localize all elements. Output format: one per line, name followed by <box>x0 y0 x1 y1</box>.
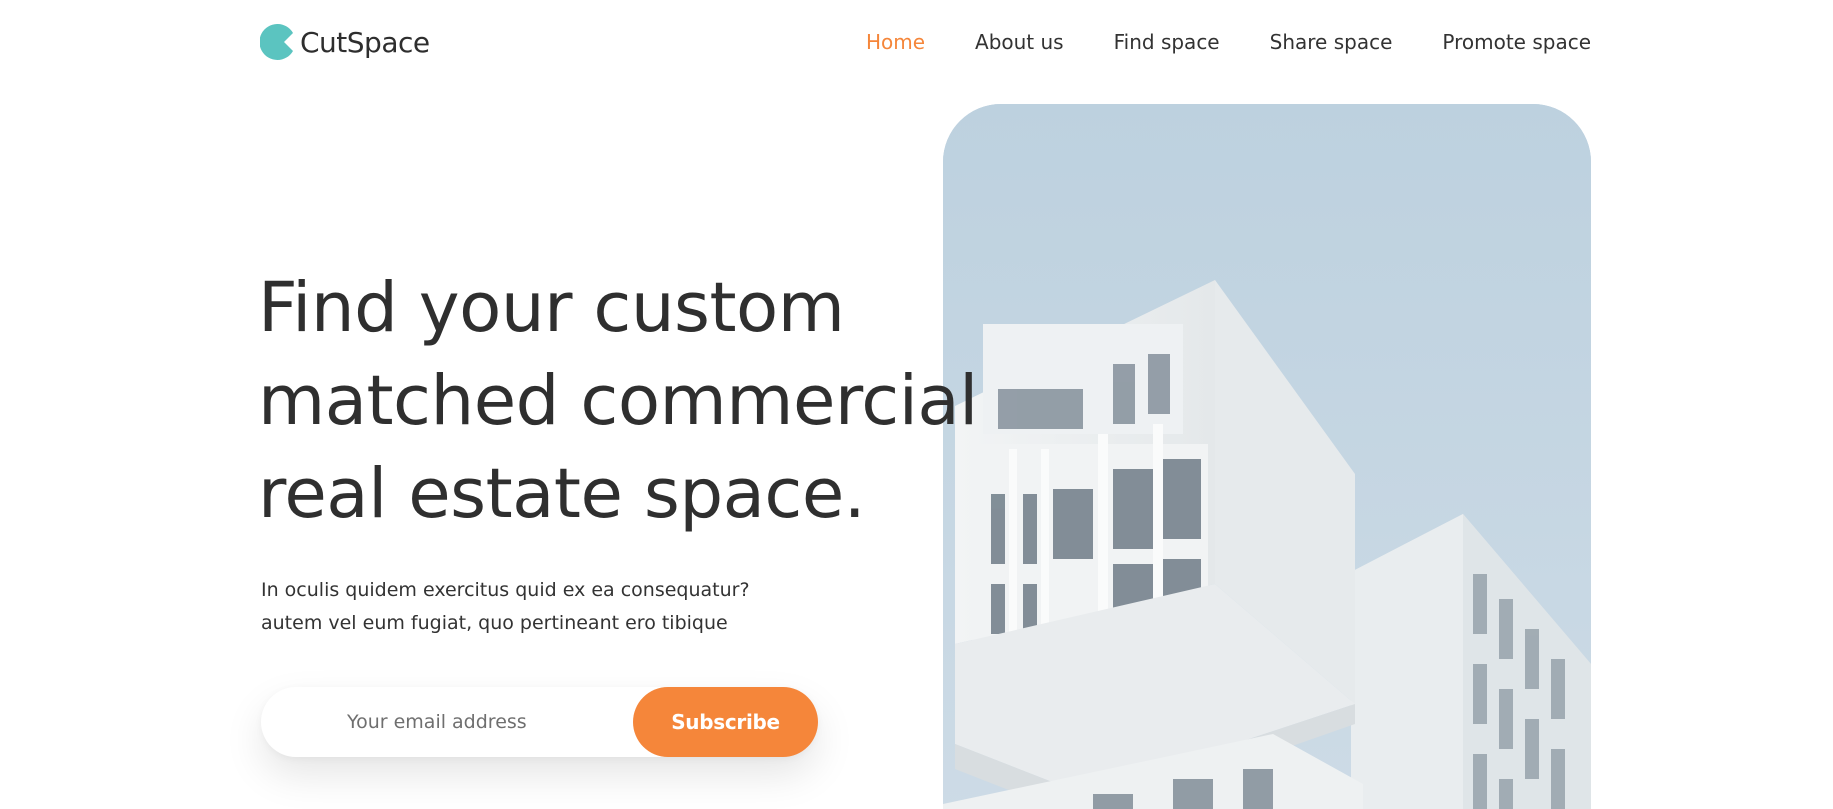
subscribe-button[interactable]: Subscribe <box>633 687 818 757</box>
brand-name: CutSpace <box>300 25 430 59</box>
hero-subtitle-line: autem vel eum fugiat, quo pertineant ero… <box>261 612 728 634</box>
hero-subtitle: In oculis quidem exercitus quid ex ea co… <box>261 574 750 640</box>
landing-page: CutSpace Home About us Find space Share … <box>0 0 1833 809</box>
hero-title-line: matched commercial <box>258 361 978 441</box>
nav-item-about-us[interactable]: About us <box>975 30 1064 54</box>
hero-subtitle-line: In oculis quidem exercitus quid ex ea co… <box>261 579 750 601</box>
brand-logo[interactable]: CutSpace <box>260 24 430 60</box>
hero-title: Find your custom matched commercial real… <box>258 262 978 541</box>
nav-item-share-space[interactable]: Share space <box>1270 30 1393 54</box>
email-input[interactable] <box>261 687 631 757</box>
main-nav: Home About us Find space Share space Pro… <box>866 30 1591 54</box>
hero-title-line: Find your custom <box>258 268 845 348</box>
nav-item-home[interactable]: Home <box>866 30 925 54</box>
nav-item-find-space[interactable]: Find space <box>1114 30 1220 54</box>
building-illustration <box>943 104 1591 809</box>
hero-building-image <box>943 104 1591 809</box>
nav-item-promote-space[interactable]: Promote space <box>1442 30 1591 54</box>
hero-title-line: real estate space. <box>258 454 866 534</box>
subscribe-form: Subscribe <box>261 687 818 757</box>
crescent-logo-icon <box>260 24 293 60</box>
